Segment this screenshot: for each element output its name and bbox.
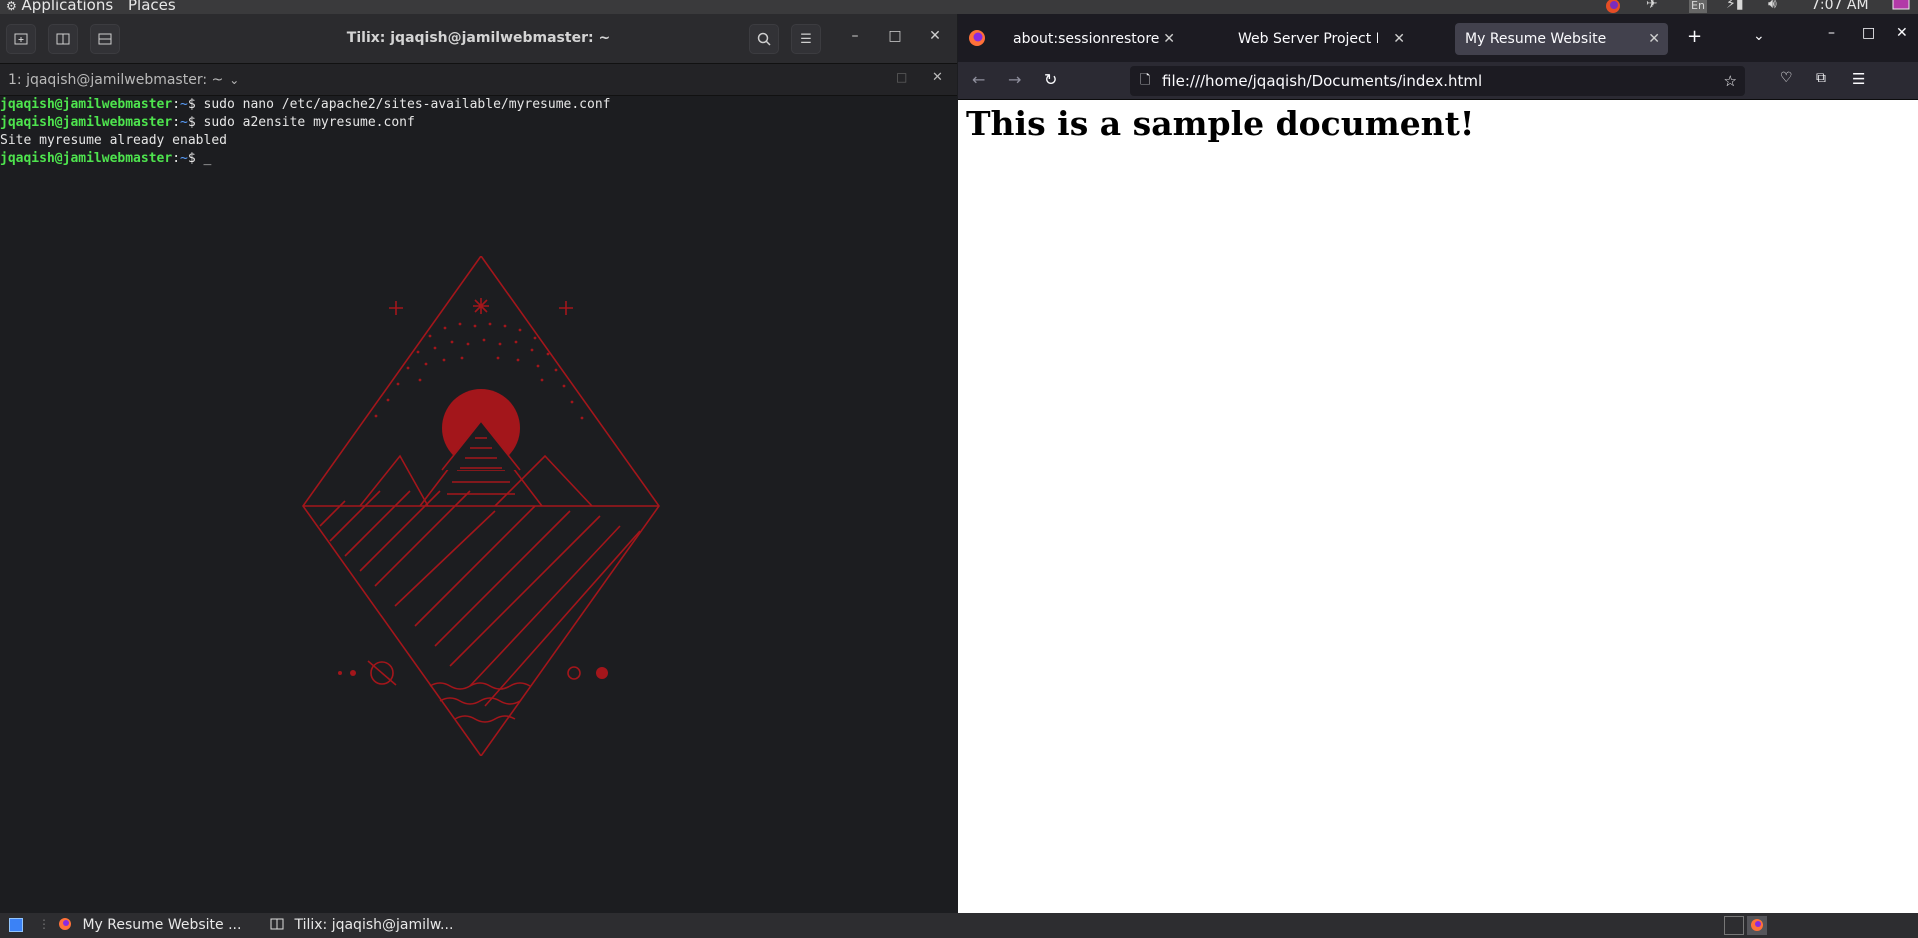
minimize-button[interactable]: – bbox=[845, 28, 865, 44]
list-all-tabs-chevron-icon[interactable]: ⌄ bbox=[1753, 28, 1765, 44]
firefox-window: about:sessionrestore ✕ Web Server Projec… bbox=[958, 14, 1918, 913]
terminal-output[interactable]: jqaqish@jamilwebmaster:~$ sudo nano /etc… bbox=[0, 96, 957, 913]
taskbar-item-firefox[interactable]: My Resume Website ... bbox=[58, 916, 241, 935]
clock[interactable]: 7:07 AM bbox=[1811, 0, 1869, 12]
places-menu[interactable]: Places bbox=[128, 0, 176, 13]
terminal-session-label: 1: jqaqish@jamilwebmaster: ~ bbox=[8, 72, 224, 88]
reload-icon[interactable]: ↻ bbox=[1044, 70, 1057, 89]
forward-arrow-icon[interactable]: → bbox=[1008, 70, 1021, 89]
hamburger-icon: ☰ bbox=[800, 31, 812, 47]
firefox-tray-icon[interactable] bbox=[1604, 0, 1622, 14]
minimize-button[interactable]: – bbox=[1828, 25, 1835, 41]
terminal-line: jqaqish@jamilwebmaster:~$ sudo nano /etc… bbox=[0, 97, 611, 112]
url-bar[interactable]: 🗋︎ file:///home/jqaqish/Documents/index.… bbox=[1130, 66, 1745, 96]
top-panel: ⚙ Applications Places ✈ En ⚡▮ 🔊︎ 7:07 AM bbox=[0, 0, 1918, 14]
tilix-icon bbox=[270, 918, 284, 930]
extensions-icon[interactable]: ⧉ bbox=[1816, 70, 1826, 86]
taskbar-item-label: My Resume Website ... bbox=[82, 917, 242, 933]
workspace-2-icon[interactable] bbox=[1747, 916, 1767, 935]
bookmark-star-icon[interactable]: ☆ bbox=[1724, 66, 1737, 96]
close-tab-icon[interactable]: ✕ bbox=[1163, 23, 1175, 55]
workspace-1-icon[interactable] bbox=[1724, 916, 1744, 935]
terminal-maximize-icon[interactable]: □ bbox=[896, 70, 907, 84]
bottom-taskbar: ⋮ My Resume Website ... Tilix: jqaqish@j… bbox=[0, 913, 1918, 938]
firefox-view-icon[interactable] bbox=[968, 29, 986, 51]
maximize-button[interactable]: □ bbox=[1862, 25, 1875, 41]
page-content: This is a sample document! bbox=[958, 100, 1918, 913]
user-menu-icon[interactable] bbox=[1892, 0, 1910, 14]
terminal-line: jqaqish@jamilwebmaster:~$ sudo a2ensite … bbox=[0, 115, 415, 130]
network-disabled-icon[interactable]: ✈ bbox=[1646, 0, 1658, 11]
tab-bar: about:sessionrestore ✕ Web Server Projec… bbox=[958, 14, 1918, 62]
close-tab-icon[interactable]: ✕ bbox=[1393, 23, 1405, 55]
battery-charging-icon[interactable]: ⚡▮ bbox=[1726, 0, 1744, 11]
tab-sessionrestore[interactable]: about:sessionrestore ✕ bbox=[1003, 23, 1183, 55]
back-arrow-icon[interactable]: ← bbox=[972, 70, 985, 89]
url-text: file:///home/jqaqish/Documents/index.htm… bbox=[1162, 72, 1483, 90]
tab-web-server-project[interactable]: Web Server Project Deliverables ✕ bbox=[1228, 23, 1413, 55]
taskbar-item-label: Tilix: jqaqish@jamilw... bbox=[294, 917, 454, 933]
menu-button[interactable]: ☰ bbox=[791, 24, 821, 54]
terminal-header: 1: jqaqish@jamilwebmaster: ~ ⌄ □ ✕ bbox=[0, 64, 957, 96]
applications-label: Applications bbox=[21, 0, 114, 14]
tab-label: Web Server Project Deliverables bbox=[1238, 31, 1378, 47]
taskbar-item-tilix[interactable]: Tilix: jqaqish@jamilw... bbox=[270, 916, 453, 935]
app-menu-icon[interactable]: ☰ bbox=[1852, 70, 1865, 88]
close-button[interactable]: ✕ bbox=[925, 28, 945, 44]
terminal-line: Site myresume already enabled bbox=[0, 133, 227, 148]
volume-icon[interactable]: 🔊︎ bbox=[1768, 0, 1777, 11]
close-tab-icon[interactable]: ✕ bbox=[1648, 23, 1660, 55]
find-button[interactable] bbox=[749, 24, 779, 54]
terminal-line: jqaqish@jamilwebmaster:~$ _ bbox=[0, 151, 212, 166]
search-icon bbox=[757, 32, 771, 46]
new-tab-button[interactable]: + bbox=[1687, 26, 1702, 47]
show-desktop-icon[interactable] bbox=[9, 918, 23, 932]
tilix-window: Tilix: jqaqish@jamilwebmaster: ~ ☰ – □ ✕… bbox=[0, 14, 957, 913]
navigation-toolbar: ← → ↻ 🗋︎ file:///home/jqaqish/Documents/… bbox=[958, 62, 1918, 100]
terminal-session-dropdown[interactable]: 1: jqaqish@jamilwebmaster: ~ ⌄ bbox=[8, 72, 239, 88]
tab-label: My Resume Website bbox=[1465, 31, 1607, 47]
terminal-background-art bbox=[302, 256, 660, 756]
page-icon: 🗋︎ bbox=[1140, 73, 1151, 88]
terminal-close-icon[interactable]: ✕ bbox=[932, 70, 943, 85]
maximize-button[interactable]: □ bbox=[885, 28, 905, 44]
keyboard-layout-indicator[interactable]: En bbox=[1689, 0, 1707, 13]
firefox-icon bbox=[59, 918, 71, 930]
gear-icon: ⚙ bbox=[6, 0, 17, 13]
applications-menu[interactable]: ⚙ Applications bbox=[6, 0, 113, 13]
close-button[interactable]: ✕ bbox=[1896, 25, 1908, 41]
tab-my-resume-website[interactable]: My Resume Website ✕ bbox=[1455, 23, 1668, 55]
tab-label: about:sessionrestore bbox=[1013, 31, 1160, 47]
taskbar-handle-icon: ⋮ bbox=[38, 917, 50, 931]
pocket-icon[interactable]: ♡ bbox=[1780, 70, 1793, 86]
page-heading: This is a sample document! bbox=[966, 104, 1475, 143]
tilix-titlebar[interactable]: Tilix: jqaqish@jamilwebmaster: ~ ☰ – □ ✕ bbox=[0, 14, 957, 64]
chevron-down-icon: ⌄ bbox=[229, 73, 240, 87]
